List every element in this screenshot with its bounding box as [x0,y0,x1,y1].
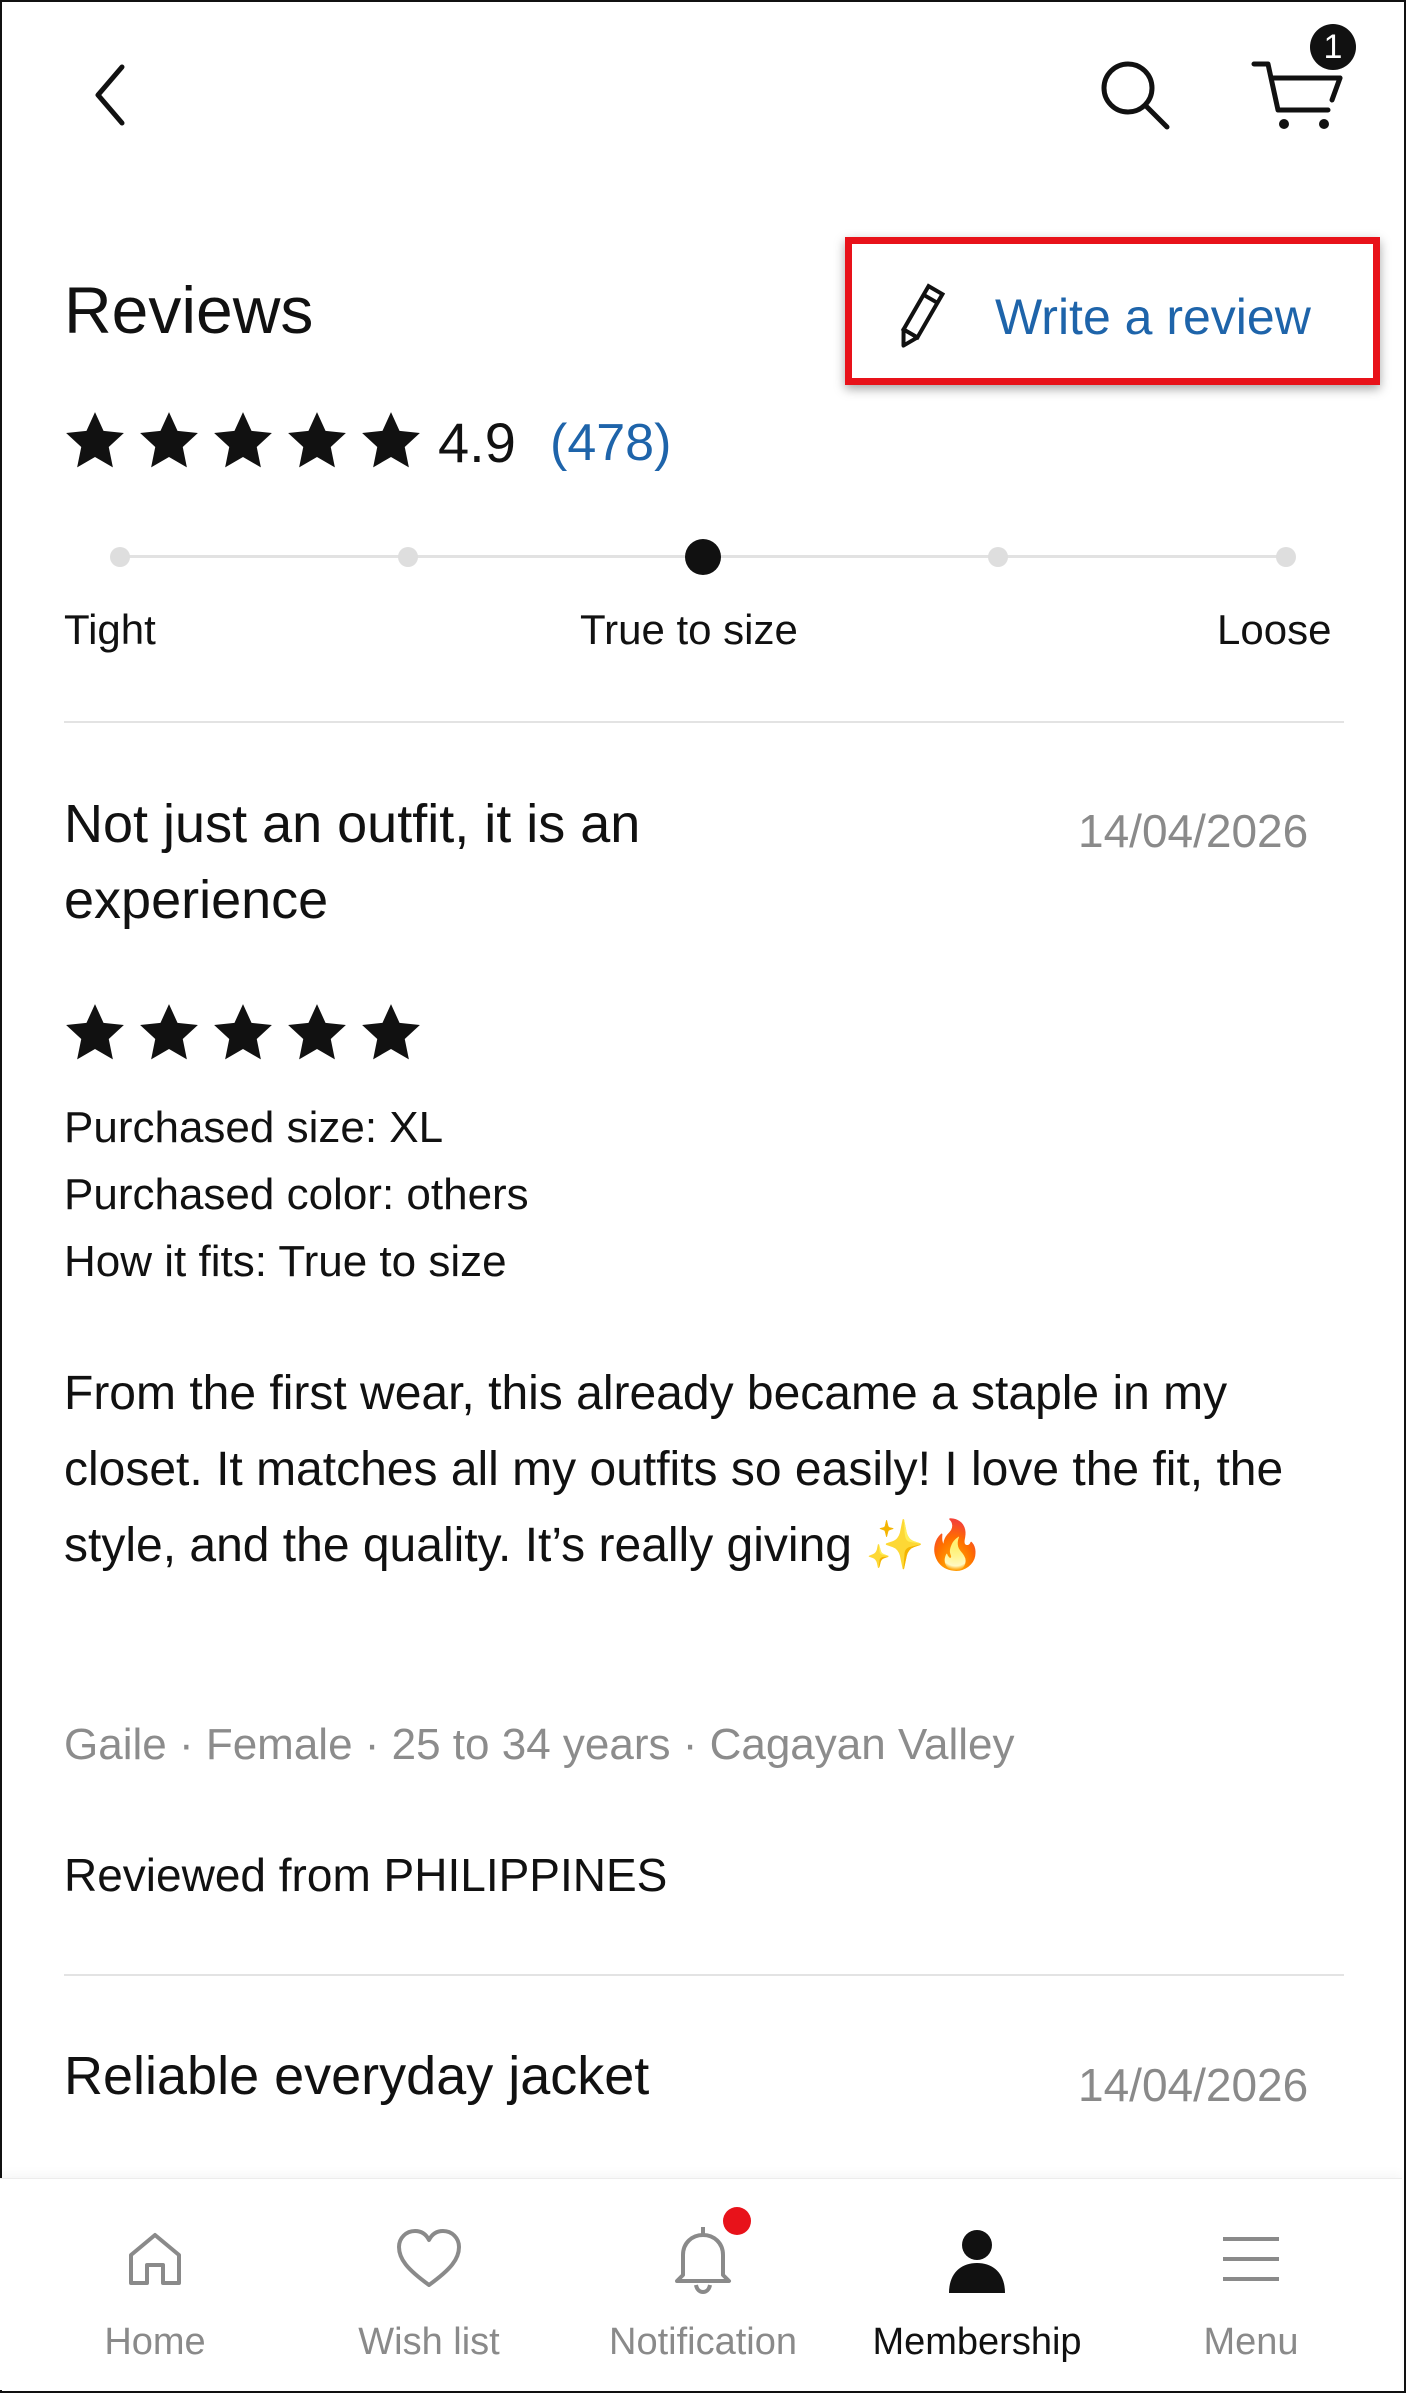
nav-menu[interactable]: Menu [1116,2179,1386,2390]
nav-label-notification: Notification [609,2321,797,2363]
purchased-color: Purchased color: others [64,1170,529,1219]
divider [64,721,1344,723]
review-title: Not just an outfit, it is an experience [64,794,641,930]
review-date: 14/04/2026 [1078,805,1309,857]
review-stars [62,1000,424,1066]
star-icon [288,412,346,468]
nav-label-home: Home [104,2321,206,2363]
star-icon [362,412,420,468]
star-icon [66,412,124,468]
menu-icon [1223,2237,1279,2281]
fit-label-tight: Tight [64,606,156,653]
back-chevron-icon[interactable] [82,55,142,135]
fit-scale-step [398,547,418,567]
review-title: Reliable everyday jacket [64,2046,650,2106]
notification-dot [723,2207,751,2235]
heart-icon [397,2229,461,2287]
pencil-icon[interactable] [895,282,946,352]
fit-scale-step [1276,547,1296,567]
page-title: Reviews [64,273,314,347]
nav-label-wishlist: Wish list [358,2321,500,2363]
nav-notification[interactable]: Notification [568,2179,838,2390]
fit-label-loose: Loose [1217,606,1332,653]
review-date: 14/04/2026 [1078,2059,1309,2111]
star-icon [214,412,272,468]
divider [64,1974,1344,1976]
user-icon [949,2230,1005,2293]
star-icon [214,1004,272,1060]
purchased-size: Purchased size: XL [64,1103,444,1152]
review-author: Gaile · Female · 25 to 34 years · Cagaya… [64,1720,1015,1769]
review-body: From the first wear, this already became… [64,1367,1284,1572]
star-icon [140,412,198,468]
reviewed-from: Reviewed from PHILIPPINES [64,1849,668,1901]
cart-count-badge: 1 [1310,24,1356,70]
nav-label-membership: Membership [872,2321,1082,2363]
nav-home[interactable]: Home [20,2179,290,2390]
fit-info: How it fits: True to size [64,1237,507,1286]
star-icon [66,1004,124,1060]
review-count-link[interactable]: (478) [550,413,671,473]
nav-wishlist[interactable]: Wish list [294,2179,564,2390]
nav-membership[interactable]: Membership [842,2179,1112,2390]
star-icon [140,1004,198,1060]
bottom-navigation: Home Wish list Notification Membership M… [0,2178,1402,2390]
average-rating-stars [62,408,424,474]
nav-label-menu: Menu [1203,2321,1299,2363]
fit-label-true-to-size: True to size [580,606,798,653]
write-review-link[interactable]: Write a review [995,288,1311,346]
home-icon [129,2233,181,2285]
search-icon[interactable] [1095,55,1175,135]
average-rating-value: 4.9 [438,411,516,474]
fit-scale-selected-step [685,539,721,575]
star-icon [288,1004,346,1060]
star-icon [362,1004,420,1060]
fit-scale-step [988,547,1008,567]
fit-scale-step [110,547,130,567]
